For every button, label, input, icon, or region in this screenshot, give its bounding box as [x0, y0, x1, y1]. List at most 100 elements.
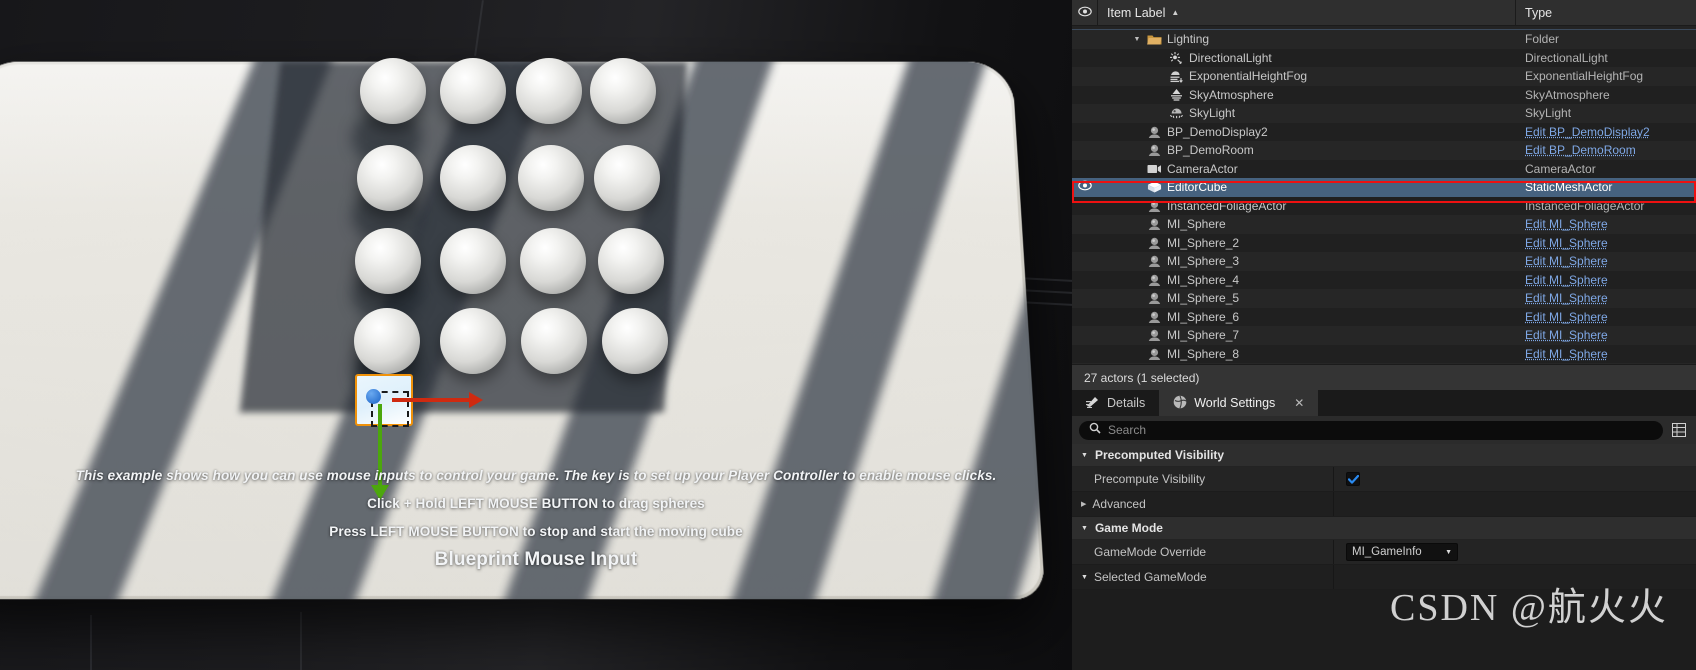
gizmo-origin-handle[interactable]	[366, 389, 381, 404]
outliner-row-label: Lighting	[1167, 32, 1210, 47]
outliner-row-list[interactable]: ▼ Lighting Folder DirectionalLight Direction…	[1072, 26, 1696, 390]
row-visibility-toggle[interactable]	[1072, 180, 1098, 194]
outliner-row-name-cell[interactable]: SkyLight	[1098, 106, 1516, 121]
sphere-actor[interactable]	[520, 228, 586, 294]
outliner-row-type-link[interactable]: Edit MI_Sphere	[1516, 236, 1696, 250]
outliner-row-type: InstancedFoliageActor	[1525, 198, 1645, 213]
section-header-precomputed-visibility[interactable]: ▼ Precomputed Visibility	[1072, 444, 1696, 467]
outliner-row[interactable]: CameraActor CameraActor	[1072, 159, 1696, 178]
outliner-row-name-cell[interactable]: ExponentialHeightFog	[1098, 69, 1516, 84]
outliner-row[interactable]: ▼ Lighting Folder	[1072, 30, 1696, 49]
outliner-row[interactable]: BP_DemoDisplay2 Edit BP_DemoDisplay2	[1072, 122, 1696, 141]
section-header-game-mode[interactable]: ▼ Game Mode	[1072, 517, 1696, 540]
outliner-row-label: SkyLight	[1189, 106, 1236, 121]
outliner-row[interactable]: DirectionalLight DirectionalLight	[1072, 48, 1696, 67]
outliner-row-label: MI_Sphere_6	[1167, 309, 1240, 324]
close-tab-icon[interactable]: ✕	[1294, 396, 1304, 410]
eye-icon	[1077, 6, 1092, 20]
sphere-actor[interactable]	[594, 145, 660, 211]
outliner-row[interactable]: MI_Sphere_2 Edit MI_Sphere	[1072, 233, 1696, 252]
search-input[interactable]: Search	[1079, 420, 1663, 440]
gizmo-x-axis[interactable]	[392, 392, 483, 408]
outliner-row[interactable]: MI_Sphere_8 Edit MI_Sphere	[1072, 344, 1696, 363]
outliner-row-type-link[interactable]: Edit MI_Sphere	[1516, 310, 1696, 324]
outliner-row-name-cell[interactable]: BP_DemoDisplay2	[1098, 124, 1516, 139]
outliner-row-name-cell[interactable]: EditorCube	[1098, 180, 1516, 195]
sphere-actor[interactable]	[602, 308, 668, 374]
sphere-actor[interactable]	[440, 145, 506, 211]
outliner-row[interactable]: ExponentialHeightFog ExponentialHeightFog	[1072, 67, 1696, 86]
outliner-row-name-cell[interactable]: SkyAtmosphere	[1098, 87, 1516, 102]
outliner-row-type-link[interactable]: Edit MI_Sphere	[1516, 273, 1696, 287]
outliner-row-name-cell[interactable]: DirectionalLight	[1098, 50, 1516, 65]
table-settings-icon[interactable]	[1671, 421, 1689, 439]
outliner-row-name-cell[interactable]: MI_Sphere_6	[1098, 309, 1516, 324]
outliner-row[interactable]: MI_Sphere_5 Edit MI_Sphere	[1072, 289, 1696, 308]
viewport-overlay-line-3: Press LEFT MOUSE BUTTON to stop and star…	[329, 524, 743, 539]
sphere-actor[interactable]	[357, 145, 423, 211]
outliner-row-type-link[interactable]: Edit MI_Sphere	[1516, 217, 1696, 231]
outliner-row-name-cell[interactable]: ▼ Lighting	[1098, 32, 1516, 47]
tree-expand-caret[interactable]: ▼	[1132, 36, 1142, 43]
sphere-actor[interactable]	[440, 228, 506, 294]
sphere-actor[interactable]	[440, 58, 506, 124]
outliner-row-type-link[interactable]: Edit MI_Sphere	[1516, 291, 1696, 305]
outliner-row[interactable]: InstancedFoliageActor InstancedFoliageAct…	[1072, 196, 1696, 215]
sphere-actor[interactable]	[518, 145, 584, 211]
outliner-row[interactable]: MI_Sphere_6 Edit MI_Sphere	[1072, 307, 1696, 326]
directional-light-icon	[1169, 50, 1184, 65]
outliner-row[interactable]: SkyLight SkyLight	[1072, 104, 1696, 123]
type-column-header[interactable]: Type	[1516, 0, 1696, 25]
world-settings-panel: Details World Settings ✕ Search ▼ Precom…	[1072, 390, 1696, 670]
property-value	[1334, 472, 1696, 486]
outliner-row-type-link[interactable]: Edit MI_Sphere	[1516, 347, 1696, 361]
property-row-selected-gamemode[interactable]: ▼ Selected GameMode	[1072, 565, 1696, 590]
tab-details[interactable]: Details	[1072, 390, 1159, 416]
outliner-row-name-cell[interactable]: CameraActor	[1098, 161, 1516, 176]
sphere-actor[interactable]	[354, 308, 420, 374]
sphere-actor[interactable]	[355, 228, 421, 294]
chevron-down-icon: ▼	[1081, 524, 1088, 532]
outliner-row-type-link[interactable]: Edit MI_Sphere	[1516, 254, 1696, 268]
outliner-row-name-cell[interactable]: BP_DemoRoom	[1098, 143, 1516, 158]
outliner-row-name-cell[interactable]: MI_Sphere_4	[1098, 272, 1516, 287]
sphere-actor[interactable]	[598, 228, 664, 294]
item-label-column-header[interactable]: Item Label ▲	[1098, 0, 1516, 25]
outliner-row-type-link[interactable]: Edit BP_DemoRoom	[1516, 143, 1696, 157]
outliner-row[interactable]: MI_Sphere_7 Edit MI_Sphere	[1072, 326, 1696, 345]
outliner-row-name-cell[interactable]: MI_Sphere_5	[1098, 291, 1516, 306]
outliner-row[interactable]: SkyAtmosphere SkyAtmosphere	[1072, 85, 1696, 104]
selected-gamemode-label: Selected GameMode	[1093, 570, 1207, 584]
outliner-row-name-cell[interactable]: MI_Sphere_3	[1098, 254, 1516, 269]
outliner-row-selected[interactable]: EditorCube StaticMeshActor	[1072, 178, 1696, 197]
outliner-row-label: MI_Sphere_5	[1167, 291, 1240, 306]
outliner-row[interactable]: MI_Sphere_4 Edit MI_Sphere	[1072, 270, 1696, 289]
outliner-row-name-cell[interactable]: MI_Sphere_7	[1098, 328, 1516, 343]
outliner-row-name-cell[interactable]: MI_Sphere_2	[1098, 235, 1516, 250]
sphere-actor[interactable]	[440, 308, 506, 374]
outliner-row-type-link[interactable]: Edit MI_Sphere	[1516, 328, 1696, 342]
details-icon	[1086, 395, 1100, 411]
sphere-actor[interactable]	[590, 58, 656, 124]
sphere-actor[interactable]	[521, 308, 587, 374]
outliner-row[interactable]: MI_Sphere Edit MI_Sphere	[1072, 215, 1696, 234]
precompute-visibility-checkbox[interactable]	[1346, 472, 1360, 486]
sphere-actor[interactable]	[516, 58, 582, 124]
level-viewport[interactable]: This example shows how you can use mouse…	[0, 0, 1072, 670]
outliner-row[interactable]: MI_Sphere_3 Edit MI_Sphere	[1072, 252, 1696, 271]
outliner-row-label: EditorCube	[1167, 180, 1228, 195]
outliner-row-name-cell[interactable]: MI_Sphere	[1098, 217, 1516, 232]
sphere-actor[interactable]	[360, 58, 426, 124]
outliner-row-name-cell[interactable]: MI_Sphere_8	[1098, 346, 1516, 361]
viewport-overlay-title: Blueprint Mouse Input	[434, 549, 638, 570]
property-row-advanced[interactable]: ▶ Advanced	[1072, 492, 1696, 517]
type-header-text: Type	[1525, 5, 1553, 20]
gamemode-override-dropdown[interactable]: MI_GameInfo ▼	[1346, 543, 1458, 561]
outliner-row-name-cell[interactable]: InstancedFoliageActor	[1098, 198, 1516, 213]
outliner-row-label: MI_Sphere_2	[1167, 235, 1240, 250]
visibility-column-header[interactable]	[1072, 0, 1098, 25]
tab-world-settings[interactable]: World Settings ✕	[1159, 390, 1319, 416]
outliner-row[interactable]: BP_DemoRoom Edit BP_DemoRoom	[1072, 141, 1696, 160]
outliner-row-type-link[interactable]: Edit BP_DemoDisplay2	[1516, 125, 1696, 139]
chevron-right-icon: ▶	[1081, 501, 1087, 508]
